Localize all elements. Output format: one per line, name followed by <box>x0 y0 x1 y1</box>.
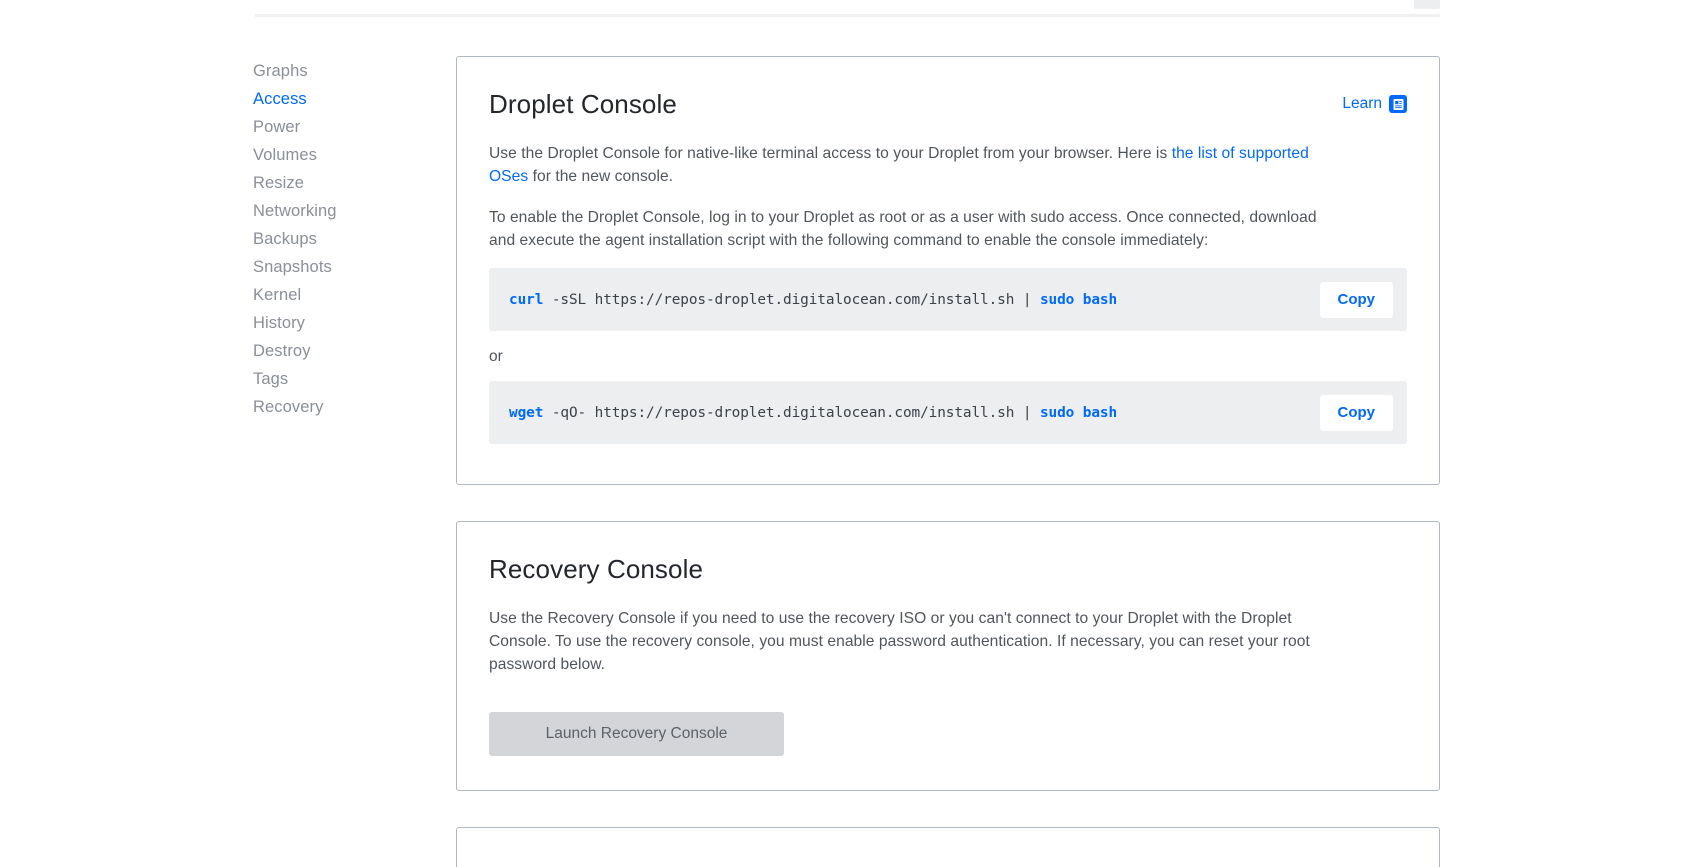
wget-token: wget <box>509 404 544 421</box>
droplet-console-intro: Use the Droplet Console for native-like … <box>489 142 1329 188</box>
recovery-console-description: Use the Recovery Console if you need to … <box>489 610 1310 674</box>
sidebar-item-volumes[interactable]: Volumes <box>253 141 418 169</box>
curl-command-text[interactable]: curl -sSL https://repos-droplet.digitalo… <box>509 292 1117 308</box>
sidebar-item-kernel[interactable]: Kernel <box>253 281 418 309</box>
recovery-console-title: Recovery Console <box>489 554 704 585</box>
intro-text-before: Use the Droplet Console for native-like … <box>489 145 1172 163</box>
sidebar-item-destroy[interactable]: Destroy <box>253 337 418 365</box>
intro-text-after: for the new console. <box>528 168 674 186</box>
launch-recovery-console-button[interactable]: Launch Recovery Console <box>489 712 784 757</box>
main-content: Droplet Console Learn Use the Droplet Co… <box>456 56 1440 867</box>
next-card-partial <box>456 827 1440 867</box>
cutoff-page-header <box>0 0 1695 22</box>
learn-link[interactable]: Learn <box>1342 95 1407 113</box>
sidebar-item-tags[interactable]: Tags <box>253 365 418 393</box>
page-body: Graphs Access Power Volumes Resize Netwo… <box>0 22 1695 867</box>
sidebar-item-snapshots[interactable]: Snapshots <box>253 253 418 281</box>
droplet-console-card: Droplet Console Learn Use the Droplet Co… <box>456 56 1440 486</box>
wget-url-token: -qO- https://repos-droplet.digitalocean.… <box>543 404 1040 421</box>
sidebar-item-history[interactable]: History <box>253 309 418 337</box>
copy-curl-button[interactable]: Copy <box>1319 281 1393 318</box>
copy-wget-button[interactable]: Copy <box>1319 394 1393 431</box>
sidebar-item-recovery[interactable]: Recovery <box>253 393 418 421</box>
wget-sudo-token: sudo bash <box>1039 404 1118 421</box>
curl-token: curl <box>509 291 544 308</box>
sidebar-item-graphs[interactable]: Graphs <box>253 57 418 85</box>
droplet-console-header: Droplet Console Learn <box>489 89 1407 142</box>
sidebar-item-power[interactable]: Power <box>253 113 418 141</box>
sidebar-item-networking[interactable]: Networking <box>253 197 418 225</box>
curl-url-token: -sSL https://repos-droplet.digitalocean.… <box>543 291 1040 308</box>
learn-link-label: Learn <box>1342 95 1382 112</box>
or-separator: or <box>489 348 503 366</box>
wget-command-block: wget -qO- https://repos-droplet.digitalo… <box>489 381 1407 445</box>
recovery-console-card: Recovery Console Use the Recovery Consol… <box>456 521 1440 792</box>
cutoff-header-divider <box>255 14 1440 17</box>
sidebar-item-access[interactable]: Access <box>253 85 418 113</box>
article-doc-icon <box>1389 95 1407 113</box>
sidebar-item-backups[interactable]: Backups <box>253 225 418 253</box>
droplet-subnav: Graphs Access Power Volumes Resize Netwo… <box>253 57 418 421</box>
curl-command-block: curl -sSL https://repos-droplet.digitalo… <box>489 268 1407 332</box>
page-title: Droplet Console <box>489 89 677 119</box>
sidebar-item-resize[interactable]: Resize <box>253 169 418 197</box>
cutoff-header-chip <box>1414 0 1440 9</box>
cutoff-header-text <box>248 0 1440 7</box>
curl-sudo-token: sudo bash <box>1039 291 1118 308</box>
droplet-console-instructions: To enable the Droplet Console, log in to… <box>489 209 1317 250</box>
wget-command-text[interactable]: wget -qO- https://repos-droplet.digitalo… <box>509 405 1117 421</box>
